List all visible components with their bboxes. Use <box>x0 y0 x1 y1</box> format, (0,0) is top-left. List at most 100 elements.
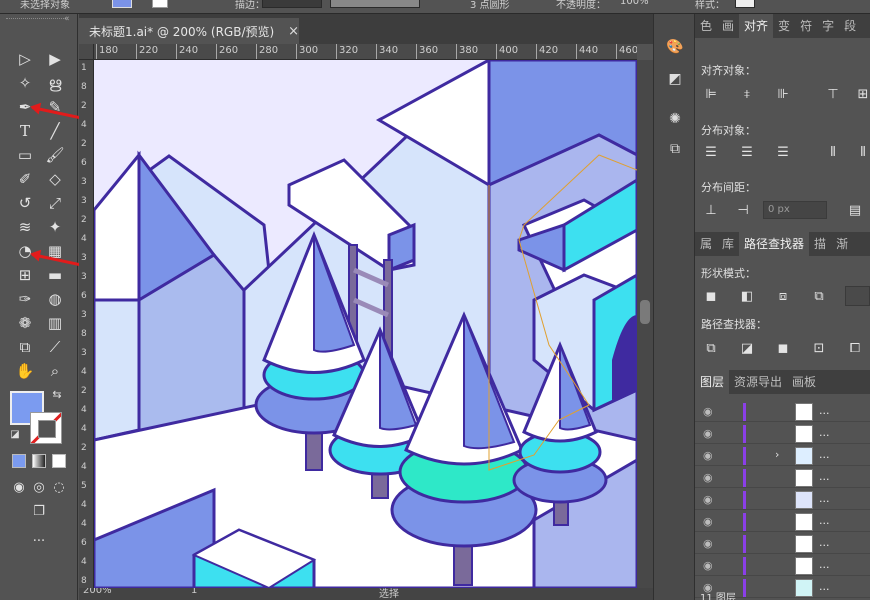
variable-width-profile[interactable] <box>330 0 420 8</box>
visibility-eye-icon[interactable]: ◉ <box>703 427 713 440</box>
divide-icon[interactable]: ⧉ <box>701 338 721 358</box>
distribute-left-icon[interactable]: ⦀ <box>823 142 843 162</box>
align-to-icon[interactable]: ▤ <box>845 200 865 220</box>
swap-fill-stroke-icon[interactable]: ⇆ <box>50 387 64 401</box>
screen-mode-icon[interactable]: ❐ <box>28 500 50 522</box>
paintbrush-tool-icon[interactable]: 🖌 <box>44 144 66 166</box>
status-mode[interactable]: 选择 <box>379 588 399 600</box>
intersect-icon[interactable]: ⧈ <box>773 286 793 306</box>
eyedropper-tool-icon[interactable]: ✑ <box>14 288 36 310</box>
outline-icon[interactable]: ⧠ <box>845 338 865 358</box>
hand-tool-icon[interactable]: ✋ <box>14 360 36 382</box>
selection-tool-icon[interactable]: ▷ <box>14 48 36 70</box>
align-left-icon[interactable]: ⊫ <box>701 84 721 104</box>
tab-asset-export[interactable]: 资源导出 <box>729 370 787 394</box>
shaper-tool-icon[interactable]: ✐ <box>14 168 36 190</box>
layer-row[interactable]: ◉ ... <box>695 402 870 422</box>
style-swatch[interactable] <box>735 0 755 8</box>
merge-icon[interactable]: ◼ <box>773 338 793 358</box>
tab-pathfinder[interactable]: 路径查找器 <box>739 232 810 256</box>
visibility-eye-icon[interactable]: ◉ <box>703 515 713 528</box>
line-tool-icon[interactable]: ╱ <box>44 120 66 142</box>
minus-front-icon[interactable]: ◧ <box>737 286 757 306</box>
artboard-tool-icon[interactable]: ⧉ <box>14 336 36 358</box>
transform-icon[interactable]: ⧉ <box>664 138 686 160</box>
default-fill-stroke-icon[interactable]: ◪ <box>8 428 22 442</box>
type-tool-icon[interactable]: T <box>14 120 36 142</box>
layer-row[interactable]: ◉ › ... <box>695 446 870 466</box>
tab-artboards[interactable]: 画板 <box>787 370 821 394</box>
crop-icon[interactable]: ⊡ <box>809 338 829 358</box>
distribute-bottom-icon[interactable]: ☰ <box>773 142 793 162</box>
appearance-icon[interactable]: ◩ <box>664 68 686 90</box>
expand-chevron-icon[interactable]: › <box>775 448 779 461</box>
slice-tool-icon[interactable]: ⟋ <box>44 336 66 358</box>
layer-row[interactable]: ◉ ... <box>695 468 870 488</box>
tab-character[interactable]: 字 <box>817 14 839 38</box>
tab-layers[interactable]: 图层 <box>695 370 730 394</box>
column-graph-tool-icon[interactable]: ▥ <box>44 312 66 334</box>
visibility-eye-icon[interactable]: ◉ <box>703 559 713 572</box>
horizontal-ruler[interactable]: 180 220 240 260 280 300 320 340 360 380 400 420 440 4… <box>94 44 637 60</box>
artboard-number[interactable]: 1 <box>191 588 197 596</box>
document-tab[interactable]: 未标题1.ai* @ 200% (RGB/预览) × <box>79 18 299 44</box>
align-right-icon[interactable]: ⊪ <box>773 84 793 104</box>
width-tool-icon[interactable]: ≋ <box>14 216 36 238</box>
zoom-level[interactable]: 200% <box>83 588 112 596</box>
distribute-hcenter-icon[interactable]: ⦀ <box>853 142 870 162</box>
panel-grip[interactable] <box>6 18 66 20</box>
rotate-tool-icon[interactable]: ↺ <box>14 192 36 214</box>
tab-align[interactable]: 对齐 <box>739 14 774 38</box>
horizontal-spacing-icon[interactable]: ⊣ <box>733 200 753 220</box>
gradient-tool-icon[interactable]: ▬ <box>44 264 66 286</box>
align-vcenter-icon[interactable]: ⊞ <box>853 84 870 104</box>
scale-tool-icon[interactable]: ⤢ <box>44 192 66 214</box>
vertical-scrollbar[interactable] <box>637 60 653 588</box>
color-guide-icon[interactable]: ✺ <box>664 108 686 130</box>
tab-stroke[interactable]: 描 <box>809 232 831 256</box>
layer-row[interactable]: ◉ ... <box>695 424 870 444</box>
align-hcenter-icon[interactable]: ⧧ <box>737 84 757 104</box>
brush-definition[interactable]: 3 点圆形 <box>470 0 510 11</box>
mesh-tool-icon[interactable]: ⊞ <box>14 264 36 286</box>
puppet-warp-tool-icon[interactable]: ✦ <box>44 216 66 238</box>
layer-row[interactable]: ◉ ... <box>695 490 870 510</box>
opacity-value[interactable]: 100% <box>620 0 649 10</box>
layer-row[interactable]: ◉ ... <box>695 556 870 576</box>
fill-swatch[interactable] <box>112 0 132 8</box>
visibility-eye-icon[interactable]: ◉ <box>703 537 713 550</box>
tab-paragraph[interactable]: 段 <box>839 14 861 38</box>
stroke-weight-field[interactable] <box>262 0 322 8</box>
eraser-tool-icon[interactable]: ◇ <box>44 168 66 190</box>
rectangle-tool-icon[interactable]: ▭ <box>14 144 36 166</box>
visibility-eye-icon[interactable]: ◉ <box>703 405 713 418</box>
expand-button[interactable] <box>845 286 870 306</box>
vertical-spacing-icon[interactable]: ⊥ <box>701 200 721 220</box>
magic-wand-tool-icon[interactable]: ✧ <box>14 72 36 94</box>
color-mode-icon[interactable] <box>12 454 26 468</box>
ruler-origin[interactable] <box>79 44 94 60</box>
tab-symbols[interactable]: 符 <box>795 14 817 38</box>
stroke-color-box[interactable] <box>30 412 62 444</box>
tab-libraries[interactable]: 库 <box>717 232 739 256</box>
blend-tool-icon[interactable]: ◍ <box>44 288 66 310</box>
symbol-sprayer-tool-icon[interactable]: ❁ <box>14 312 36 334</box>
unite-icon[interactable]: ◼ <box>701 286 721 306</box>
stroke-swatch[interactable] <box>152 0 168 8</box>
visibility-eye-icon[interactable]: ◉ <box>703 471 713 484</box>
tab-gradient[interactable]: 渐 <box>831 232 853 256</box>
more-tools-icon[interactable]: ··· <box>28 530 50 552</box>
visibility-eye-icon[interactable]: ◉ <box>703 449 713 462</box>
layer-row[interactable]: ◉ ... <box>695 512 870 532</box>
draw-inside-icon[interactable]: ◌ <box>48 476 70 498</box>
distribute-vcenter-icon[interactable]: ☰ <box>737 142 757 162</box>
close-icon[interactable]: × <box>288 24 299 39</box>
tab-artboard[interactable]: 画 <box>717 14 739 38</box>
zoom-tool-icon[interactable]: ⌕ <box>44 360 66 382</box>
color-palette-icon[interactable]: 🎨 <box>664 36 686 58</box>
distribute-top-icon[interactable]: ☰ <box>701 142 721 162</box>
gradient-mode-icon[interactable] <box>32 454 46 468</box>
tab-transform[interactable]: 变 <box>773 14 795 38</box>
tab-properties[interactable]: 属 <box>695 232 717 256</box>
draw-behind-icon[interactable]: ◎ <box>28 476 50 498</box>
